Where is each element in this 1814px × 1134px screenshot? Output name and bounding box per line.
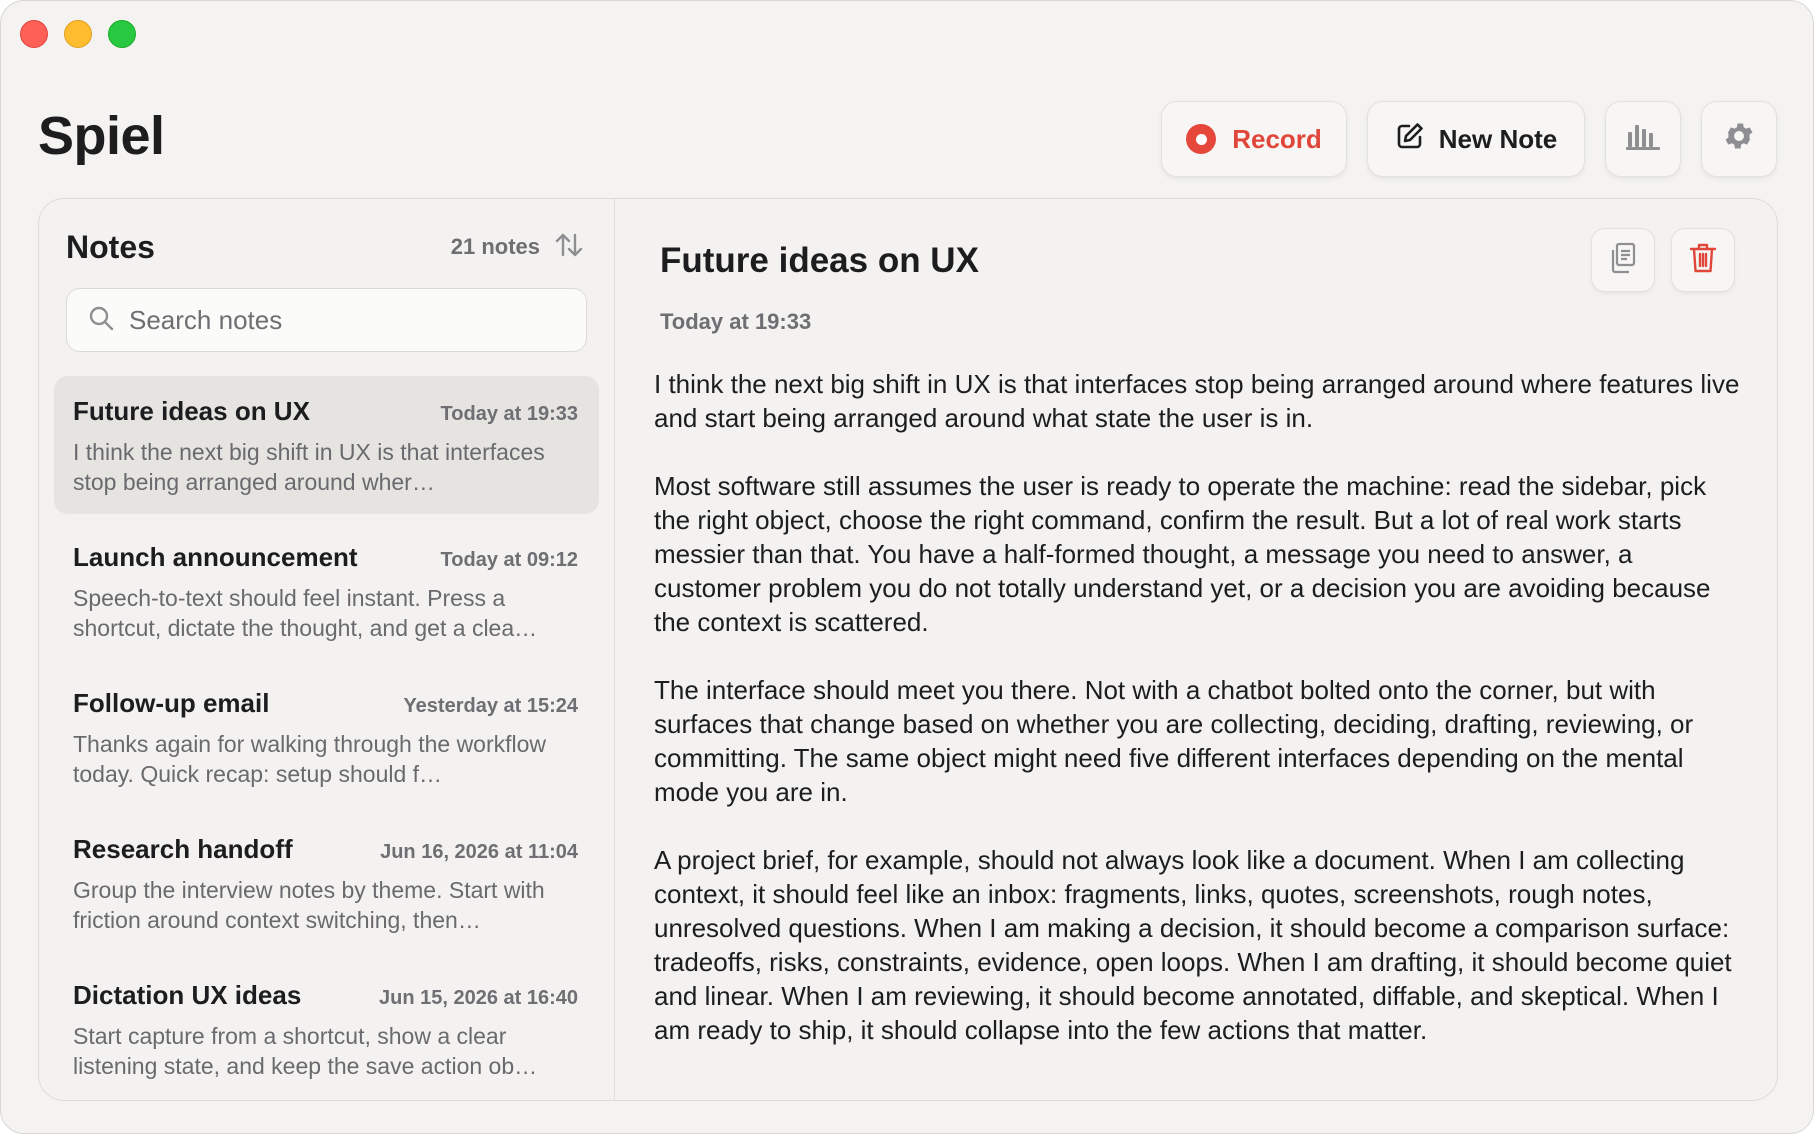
note-list-item-selected[interactable]: Future ideas on UX Today at 19:33 I thin…: [54, 376, 599, 514]
note-paragraph: I think the next big shift in UX is that…: [654, 369, 1740, 433]
note-detail-title: Future ideas on UX: [660, 241, 979, 280]
search-input[interactable]: [129, 304, 549, 336]
note-paragraph: A project brief, for example, should not…: [654, 845, 1732, 1045]
delete-button[interactable]: [1671, 228, 1735, 292]
notes-count: 21 notes: [450, 234, 540, 259]
note-date: Today at 09:12: [440, 549, 578, 571]
record-icon: [1186, 124, 1217, 154]
note-paragraph: Most software still assumes the user is …: [654, 471, 1711, 637]
note-title: Dictation UX ideas: [73, 980, 302, 1010]
notes-header: Notes 21 notes: [66, 227, 584, 267]
trash-icon: [1689, 242, 1717, 279]
note-preview: Group the interview notes by theme. Star…: [73, 877, 545, 933]
note-detail-date: Today at 19:33: [660, 309, 812, 334]
record-button-label: Record: [1232, 123, 1322, 154]
note-date: Jun 16, 2026 at 11:04: [380, 841, 578, 863]
note-list: Future ideas on UX Today at 19:33 I thin…: [54, 376, 599, 1100]
notes-meta: 21 notes: [451, 232, 584, 263]
note-preview: I think the next big shift in UX is that…: [73, 439, 545, 495]
note-title: Research handoff: [73, 834, 293, 864]
note-title: Launch announcement: [73, 542, 358, 572]
new-note-button-label: New Note: [1438, 123, 1558, 154]
stats-button[interactable]: [1605, 101, 1681, 177]
settings-button[interactable]: [1701, 101, 1777, 177]
note-list-item[interactable]: Dictation UX ideas Jun 15, 2026 at 16:40…: [54, 960, 599, 1098]
main-panel: Notes 21 notes Search notes Future ideas…: [38, 198, 1778, 1101]
copy-icon: [1608, 242, 1638, 279]
minimize-window-button[interactable]: [64, 20, 92, 48]
note-date: Today at 19:33: [440, 403, 578, 425]
search-box: [66, 288, 587, 352]
copy-button[interactable]: [1591, 228, 1655, 292]
note-body[interactable]: I think the next big shift in UX is that…: [654, 367, 1744, 1081]
window-controls: [20, 20, 136, 48]
notes-sidebar: Notes 21 notes Search notes Future ideas…: [39, 199, 615, 1100]
note-date: Yesterday at 15:24: [403, 695, 578, 717]
record-button[interactable]: Record: [1161, 101, 1347, 177]
note-preview: Speech-to-text should feel instant. Pres…: [73, 585, 538, 641]
search-icon: [87, 304, 115, 337]
app-window: Spiel Record New Note Notes 21 notes Sea…: [0, 0, 1814, 1134]
compose-icon: [1395, 121, 1425, 158]
note-detail: Future ideas on UX Today at 19:33 I thin…: [616, 199, 1777, 1100]
note-preview: Thanks again for walking through the wor…: [73, 731, 547, 787]
gear-icon: [1722, 119, 1756, 160]
note-preview: Start capture from a shortcut, show a cl…: [73, 1023, 538, 1079]
new-note-button[interactable]: New Note: [1367, 101, 1585, 177]
note-paragraph: The interface should meet you there. Not…: [654, 675, 1694, 807]
note-list-item[interactable]: Launch announcement Today at 09:12 Speec…: [54, 522, 599, 660]
note-list-item[interactable]: Follow-up email Yesterday at 15:24 Thank…: [54, 668, 599, 806]
notes-title: Notes: [66, 228, 155, 265]
toolbar: Record New Note: [1161, 101, 1777, 177]
note-actions: [1591, 228, 1735, 292]
bar-chart-icon: [1626, 121, 1660, 158]
note-date: Jun 15, 2026 at 16:40: [378, 987, 578, 1009]
note-title: Follow-up email: [73, 688, 270, 718]
zoom-window-button[interactable]: [108, 20, 136, 48]
note-list-item[interactable]: Research handoff Jun 16, 2026 at 11:04 G…: [54, 814, 599, 952]
close-window-button[interactable]: [20, 20, 48, 48]
sort-icon[interactable]: [554, 232, 584, 263]
app-title: Spiel: [38, 106, 165, 166]
note-title: Future ideas on UX: [73, 396, 310, 426]
